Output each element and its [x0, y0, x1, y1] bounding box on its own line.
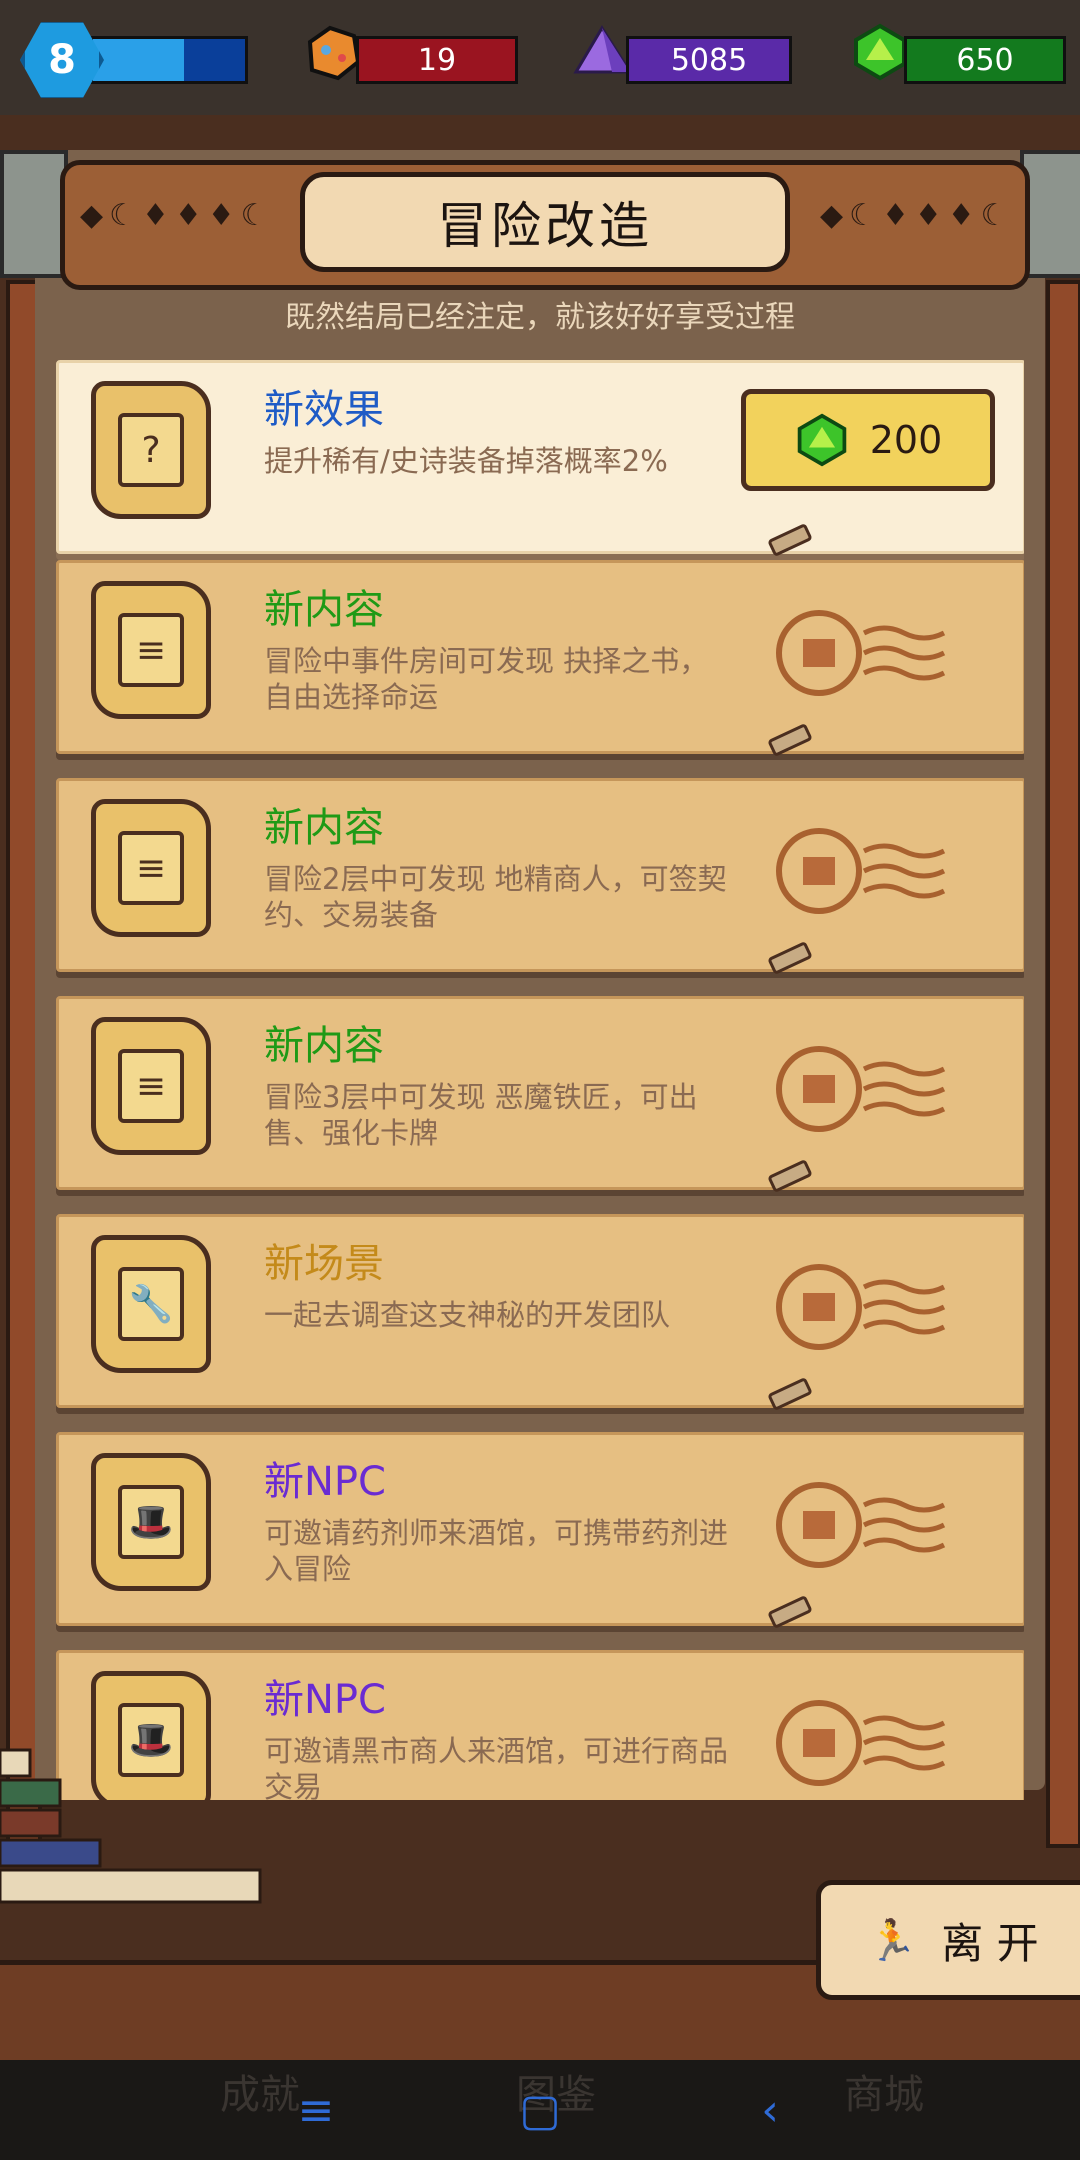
xp-fill: [93, 39, 185, 81]
right-rail: [1046, 280, 1080, 1848]
crystal-pyramid-icon: [573, 25, 632, 74]
pin-icon: [767, 1376, 813, 1412]
locked-stamp-icon: [776, 828, 946, 914]
scroll-icon: 🎩: [91, 1453, 211, 1591]
locked-stamp-icon: [776, 1700, 946, 1786]
upgrade-title: 新内容: [264, 1023, 384, 1069]
upgrade-title: 新NPC: [264, 1677, 386, 1723]
upgrade-description: 冒险3层中可发现 恶魔铁匠，可出售、强化卡牌: [264, 1080, 698, 1150]
home-icon[interactable]: ▢: [510, 2080, 570, 2140]
upgrade-title: 新NPC: [264, 1459, 386, 1505]
upgrade-title: 新效果: [264, 387, 384, 433]
pin-icon: [767, 1158, 813, 1194]
document-icon: ≡: [118, 1049, 184, 1123]
price-value: 200: [869, 418, 943, 462]
locked-stamp-icon: [776, 610, 946, 696]
scroll-icon: ≡: [91, 1017, 211, 1155]
upgrade-card[interactable]: 🎩 新NPC 可邀请药剂师来酒馆，可携带药剂进入冒险: [56, 1432, 1024, 1630]
document-icon: ≡: [118, 831, 184, 905]
upgrade-title: 新内容: [264, 587, 384, 633]
right-ornament-icons: ◆☾♦♦♦☾: [820, 198, 1014, 233]
upgrade-title: 新内容: [264, 805, 384, 851]
exit-label: 离 开: [941, 1918, 1039, 1968]
menu-icon[interactable]: ≡: [286, 2080, 346, 2140]
xp-bar: [90, 36, 248, 84]
gold-counter: 19: [356, 36, 518, 84]
scroll-icon: ?: [91, 381, 211, 519]
running-man-icon: 🏃: [867, 1917, 918, 1964]
upgrade-description: 提升稀有/史诗装备掉落概率2%: [264, 444, 668, 478]
upgrade-description: 一起去调查这支神秘的开发团队: [264, 1298, 671, 1332]
upgrade-card[interactable]: 🔧 新场景 一起去调查这支神秘的开发团队: [56, 1214, 1024, 1412]
scroll-icon: 🔧: [91, 1235, 211, 1373]
scroll-icon: ≡: [91, 799, 211, 937]
upgrade-list[interactable]: ? 新效果 提升稀有/史诗装备掉落概率2% 200 ≡ 新内容 冒险中事件房间可…: [52, 360, 1024, 1800]
tab-shop[interactable]: 商城: [844, 2062, 924, 2120]
upgrade-description: 冒险中事件房间可发现 抉择之书，自由选择命运: [264, 644, 709, 714]
back-icon[interactable]: ‹: [740, 2080, 800, 2140]
gem-value: 650: [956, 42, 1014, 78]
upgrade-card[interactable]: ≡ 新内容 冒险中事件房间可发现 抉择之书，自由选择命运: [56, 560, 1024, 758]
gold-value: 19: [417, 42, 457, 78]
scroll-icon: ≡: [91, 581, 211, 719]
pin-icon: [767, 522, 813, 558]
upgrade-description: 冒险2层中可发现 地精商人，可签契约、交易装备: [264, 862, 727, 932]
green-gem-icon: [797, 413, 847, 467]
exit-button[interactable]: 🏃 离 开: [816, 1880, 1080, 2000]
upgrade-card[interactable]: ? 新效果 提升稀有/史诗装备掉落概率2% 200: [56, 360, 1024, 558]
page-title: 冒险改造: [300, 172, 790, 272]
crystal-counter: 5085: [626, 36, 792, 84]
gold-ore-icon: [307, 25, 361, 81]
left-ornament-icons: ◆☾♦♦♦☾: [80, 198, 274, 233]
upgrade-description: 可邀请黑市商人来酒馆，可进行商品交易: [264, 1734, 729, 1800]
pin-icon: [767, 722, 813, 758]
books-icon: [0, 1748, 262, 1904]
wrench-icon: 🔧: [118, 1267, 184, 1341]
green-gem-icon: [854, 23, 906, 81]
gem-counter: 650: [904, 36, 1066, 84]
crystal-value: 5085: [670, 42, 748, 78]
upgrade-title: 新场景: [264, 1241, 384, 1287]
page-subtitle: 既然结局已经注定，就该好好享受过程: [285, 300, 795, 335]
upgrade-card[interactable]: ≡ 新内容 冒险2层中可发现 地精商人，可签契约、交易装备: [56, 778, 1024, 976]
top-hat-icon: 🎩: [118, 1485, 184, 1559]
document-icon: ≡: [118, 613, 184, 687]
pin-icon: [767, 1594, 813, 1630]
pin-icon: [767, 940, 813, 976]
upgrade-description: 可邀请药剂师来酒馆，可携带药剂进入冒险: [264, 1516, 729, 1586]
dice-icon: ?: [118, 413, 184, 487]
left-corner-stone: [0, 150, 68, 278]
upgrade-card[interactable]: ≡ 新内容 冒险3层中可发现 恶魔铁匠，可出售、强化卡牌: [56, 996, 1024, 1194]
locked-stamp-icon: [776, 1046, 946, 1132]
level-number: 8: [48, 37, 76, 83]
buy-button[interactable]: 200: [741, 389, 995, 491]
locked-stamp-icon: [776, 1482, 946, 1568]
locked-stamp-icon: [776, 1264, 946, 1350]
